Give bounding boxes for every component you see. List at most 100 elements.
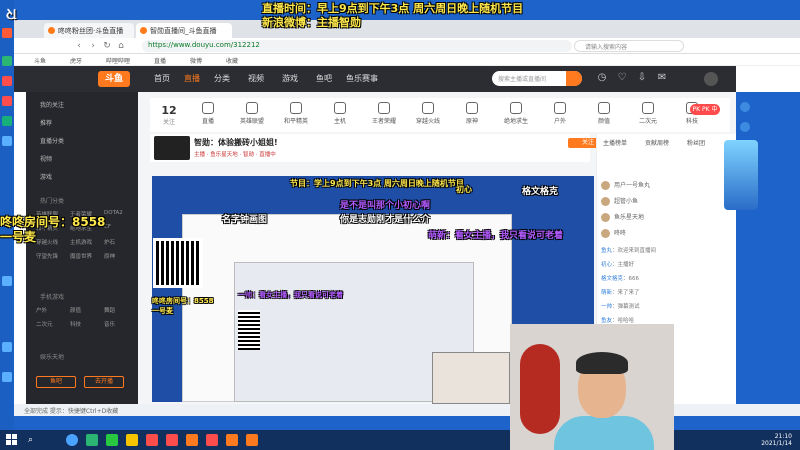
- nav-games[interactable]: 游戏: [282, 73, 298, 84]
- chat-user[interactable]: 一帅: [601, 304, 612, 310]
- app-taskbar-icon[interactable]: [246, 434, 258, 446]
- bookmark-item[interactable]: 微博: [190, 56, 202, 65]
- category-item[interactable]: 户外: [542, 102, 578, 125]
- chat-user[interactable]: 格文格克: [601, 276, 623, 282]
- start-icon[interactable]: [6, 434, 18, 446]
- category-item[interactable]: 和平精英: [278, 102, 314, 125]
- nav-video[interactable]: 视频: [248, 73, 264, 84]
- nav-yuba[interactable]: 鱼吧: [316, 73, 332, 84]
- search-icon[interactable]: ⌕: [28, 435, 33, 445]
- desktop-app-icon[interactable]: [2, 342, 12, 352]
- tab-fans[interactable]: 粉丝团: [687, 138, 705, 147]
- sidebar-grid-item[interactable]: 音乐: [104, 320, 115, 328]
- sidebar-item-categories[interactable]: 直播分类: [40, 136, 64, 145]
- desktop-app-icon[interactable]: [2, 136, 12, 146]
- activity-widget[interactable]: [724, 140, 758, 210]
- category-item[interactable]: 颜值: [586, 102, 622, 125]
- category-item[interactable]: 直播: [190, 102, 226, 125]
- back-icon[interactable]: ‹: [74, 41, 84, 51]
- sidebar-grid-item[interactable]: 科技: [70, 320, 81, 328]
- follow-count[interactable]: 12 关注: [154, 104, 184, 126]
- search-icon[interactable]: [566, 71, 582, 86]
- sidebar-grid-item[interactable]: 魔兽世界: [70, 252, 92, 260]
- yuba-button[interactable]: 鱼吧: [36, 376, 76, 388]
- wechat-taskbar-icon[interactable]: [106, 434, 118, 446]
- app-taskbar-icon[interactable]: [146, 434, 158, 446]
- tab-contrib[interactable]: 贡献周榜: [645, 138, 669, 147]
- sidebar-grid-item[interactable]: 舞蹈: [104, 306, 115, 314]
- app-taskbar-icon[interactable]: [166, 434, 178, 446]
- sidebar-item-video[interactable]: 视频: [40, 154, 52, 163]
- folder-taskbar-icon[interactable]: [126, 434, 138, 446]
- category-item[interactable]: 二次元: [630, 102, 666, 125]
- sidebar-grid-item[interactable]: 二次元: [36, 320, 53, 328]
- refresh-icon[interactable]: ↻: [102, 41, 112, 51]
- category-item[interactable]: 原神: [454, 102, 490, 125]
- desktop-app-icon[interactable]: [2, 116, 12, 126]
- go-live-button[interactable]: 去开播: [84, 376, 124, 388]
- sidebar-item-follow[interactable]: 我的关注: [40, 100, 64, 109]
- nav-live[interactable]: 直播: [184, 73, 200, 84]
- chat-user[interactable]: 鱼丸: [601, 248, 612, 254]
- desktop-app-icon[interactable]: [2, 76, 12, 86]
- message-icon[interactable]: ✉: [654, 72, 670, 83]
- chat-message: 鱼友：哈哈哈: [601, 318, 635, 324]
- streamer-avatar[interactable]: [154, 136, 190, 160]
- bookmark-item[interactable]: 收藏: [226, 56, 238, 65]
- douyu-logo[interactable]: 斗鱼: [98, 71, 130, 87]
- sidebar-grid-item[interactable]: 原神: [104, 252, 115, 260]
- tab-rank[interactable]: 主播榜单: [603, 138, 627, 147]
- app-taskbar-icon[interactable]: [226, 434, 238, 446]
- bookmark-item[interactable]: 虎牙: [70, 56, 82, 65]
- desktop-app-icon[interactable]: [2, 96, 12, 106]
- browser-tab[interactable]: 咚咚粉丝团·斗鱼直播: [44, 23, 134, 38]
- category-item[interactable]: 英雄联盟: [234, 102, 270, 125]
- browser-taskbar-icon[interactable]: [66, 434, 78, 446]
- url-input[interactable]: https://www.douyu.com/312212: [142, 40, 572, 52]
- desktop-app-icon[interactable]: [2, 28, 12, 38]
- browser-search-input[interactable]: 请输入搜索内容: [574, 40, 684, 52]
- sidebar-item-games[interactable]: 游戏: [40, 172, 52, 181]
- nav-category[interactable]: 分类: [214, 73, 230, 84]
- app-taskbar-icon[interactable]: [186, 434, 198, 446]
- home-icon[interactable]: ⌂: [116, 41, 126, 51]
- rank-row[interactable]: 鱼乐星天地: [601, 212, 729, 225]
- nav-home[interactable]: 首页: [154, 73, 170, 84]
- rank-row[interactable]: 咚咚: [601, 228, 729, 241]
- sidebar-item-recommend[interactable]: 推荐: [40, 118, 52, 127]
- tab-label: 咚咚粉丝团·斗鱼直播: [58, 27, 124, 35]
- desktop-app-icon[interactable]: [2, 276, 12, 286]
- bookmark-item[interactable]: 直播: [154, 56, 166, 65]
- chat-user[interactable]: 初心: [601, 262, 612, 268]
- category-item[interactable]: 绝地求生: [498, 102, 534, 125]
- desktop-app-icon[interactable]: [2, 56, 12, 66]
- pk-badge[interactable]: PK PK 中: [690, 104, 720, 115]
- desktop-app-icon[interactable]: [2, 372, 12, 382]
- bookmark-item[interactable]: 斗鱼: [34, 56, 46, 65]
- category-item[interactable]: 主机: [322, 102, 358, 125]
- sidebar-grid-item[interactable]: 守望先锋: [36, 252, 58, 260]
- chat-user[interactable]: 萌新: [601, 290, 612, 296]
- avatar[interactable]: [704, 72, 718, 86]
- desktop-app-icon[interactable]: [740, 102, 750, 112]
- follow-icon[interactable]: ♡: [614, 72, 630, 83]
- history-icon[interactable]: ◷: [594, 72, 610, 83]
- download-icon[interactable]: ⇩: [634, 72, 650, 83]
- bookmark-item[interactable]: 哔哩哔哩: [106, 56, 130, 65]
- rank-row[interactable]: 用户一号鱼丸: [601, 180, 729, 193]
- sidebar-grid-item[interactable]: 颜值: [70, 306, 81, 314]
- app-taskbar-icon[interactable]: [206, 434, 218, 446]
- app-taskbar-icon[interactable]: [86, 434, 98, 446]
- sidebar-grid-item[interactable]: 户外: [36, 306, 47, 314]
- nav-events[interactable]: 鱼乐赛事: [346, 73, 378, 84]
- sidebar-grid-item[interactable]: DOTA2: [104, 210, 123, 216]
- rank-row[interactable]: 超管小鱼: [601, 196, 729, 209]
- sidebar-grid-item[interactable]: 炉石: [104, 238, 115, 246]
- category-item[interactable]: 穿越火线: [410, 102, 446, 125]
- browser-tab-active[interactable]: 智勋直播间_斗鱼直播: [136, 23, 232, 38]
- desktop-app-icon[interactable]: [740, 122, 750, 132]
- category-item[interactable]: 王者荣耀: [366, 102, 402, 125]
- site-search-input[interactable]: 搜索主播或直播间: [492, 71, 582, 86]
- system-clock[interactable]: 21:10 2021/1/14: [761, 433, 792, 447]
- forward-icon[interactable]: ›: [88, 41, 98, 51]
